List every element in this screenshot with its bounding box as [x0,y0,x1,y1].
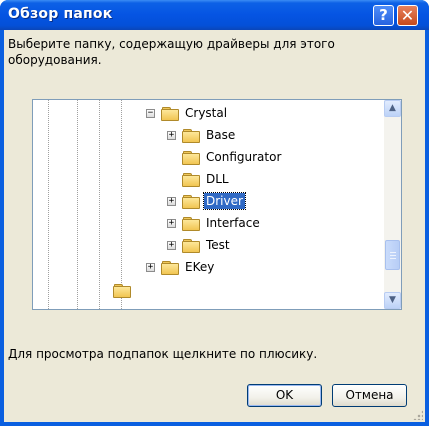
folder-icon [161,106,179,121]
folder-icon [182,172,200,187]
tree-node-label[interactable]: DLL [204,171,231,187]
folder-tree[interactable]: − Crystal + Base Configurator DLL + Driv… [32,99,402,310]
expand-icon[interactable]: + [167,218,176,228]
chevron-down-icon: ▼ [389,295,396,305]
vertical-scrollbar[interactable]: ▲ ▼ [384,100,401,309]
tree-node-label[interactable]: EKey [183,259,216,275]
tree-node-label[interactable]: Base [204,127,237,143]
tree-node-label[interactable]: Test [204,237,232,253]
tree-guide-line [48,100,49,309]
expand-icon[interactable]: + [167,240,176,250]
scroll-up-button[interactable]: ▲ [384,100,401,117]
tree-guide-line [121,100,122,309]
help-button[interactable]: ? [373,5,394,26]
collapse-icon[interactable]: − [146,108,155,118]
folder-icon [182,238,200,253]
tree-node-label[interactable]: Crystal [183,105,229,121]
folder-icon [182,216,200,231]
tree-node-configurator[interactable]: Configurator [167,147,283,167]
chevron-up-icon: ▲ [389,103,396,113]
hint-text: Для просмотра подпапок щелкните по плюси… [8,347,318,361]
instruction-text: Выберите папку, содержащую драйверы для … [8,37,335,67]
tree-node-label[interactable]: Interface [204,215,262,231]
browse-folders-dialog: Обзор папок ? ✕ Выберите папку, содержащ… [0,0,429,426]
tree-node-dll[interactable]: DLL [167,169,231,189]
expand-icon[interactable]: + [167,130,176,140]
title-bar[interactable]: Обзор папок ? ✕ [0,0,429,30]
dialog-title: Обзор папок [8,6,113,22]
tree-node-interface[interactable]: + Interface [167,213,262,233]
folder-icon [161,260,179,275]
tree-node-driver[interactable]: + Driver [167,191,246,211]
folder-icon [113,283,131,298]
folder-icon [182,194,200,209]
tree-node-ekey[interactable]: + EKey [146,257,216,277]
tree-node-test[interactable]: + Test [167,235,232,255]
folder-icon [182,150,200,165]
tree-guide-line [77,100,78,309]
folder-icon [182,128,200,143]
tree-node-label[interactable]: Configurator [204,149,283,165]
cancel-button[interactable]: Отмена [332,384,407,407]
ok-button[interactable]: OK [247,384,322,407]
tree-guide-line [99,100,100,309]
close-icon: ✕ [400,6,415,25]
tree-node-partial [113,280,135,300]
tree-node-crystal[interactable]: − Crystal [146,103,229,123]
close-button[interactable]: ✕ [397,5,418,26]
tree-node-label-selected[interactable]: Driver [203,192,246,210]
expand-icon[interactable]: + [146,262,155,272]
question-mark-icon: ? [379,6,388,24]
scroll-down-button[interactable]: ▼ [384,292,401,309]
scroll-thumb[interactable] [385,240,400,270]
expand-icon[interactable]: + [167,196,176,206]
tree-node-base[interactable]: + Base [167,125,237,145]
